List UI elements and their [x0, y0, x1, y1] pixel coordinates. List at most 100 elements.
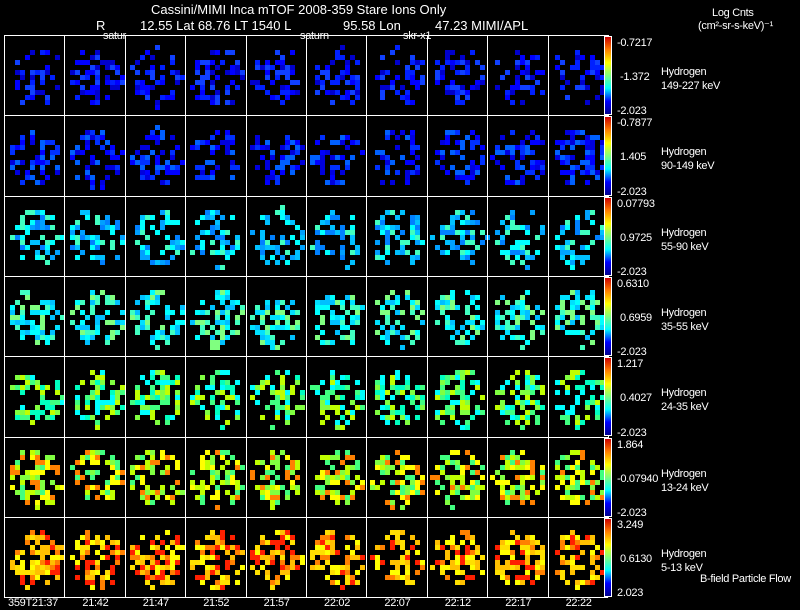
data-pixel — [40, 485, 45, 490]
data-pixel — [280, 210, 285, 215]
image-cell-1-7 — [435, 130, 485, 185]
data-pixel — [55, 55, 60, 60]
data-pixel — [525, 560, 530, 565]
data-pixel — [440, 390, 445, 395]
data-pixel — [375, 465, 380, 470]
data-pixel — [355, 405, 360, 410]
data-pixel — [505, 565, 510, 570]
data-pixel — [195, 385, 200, 390]
data-pixel — [525, 400, 530, 405]
data-pixel — [205, 230, 210, 235]
data-pixel — [95, 235, 100, 240]
data-pixel — [35, 340, 40, 345]
data-pixel — [330, 210, 335, 215]
data-pixel — [495, 320, 500, 325]
data-pixel — [180, 240, 185, 245]
data-pixel — [85, 495, 90, 500]
data-pixel — [395, 410, 400, 415]
data-pixel — [215, 585, 220, 590]
data-pixel — [450, 545, 455, 550]
data-pixel — [535, 420, 540, 425]
data-pixel — [190, 400, 195, 405]
data-pixel — [80, 415, 85, 420]
data-pixel — [270, 425, 275, 430]
data-pixel — [520, 85, 525, 90]
data-pixel — [520, 390, 525, 395]
data-pixel — [460, 400, 465, 405]
data-pixel — [325, 490, 330, 495]
data-pixel — [445, 250, 450, 255]
data-pixel — [340, 255, 345, 260]
data-pixel — [560, 575, 565, 580]
data-pixel — [340, 405, 345, 410]
data-pixel — [505, 325, 510, 330]
data-pixel — [285, 315, 290, 320]
data-pixel — [210, 535, 215, 540]
data-pixel — [195, 540, 200, 545]
data-pixel — [420, 490, 425, 495]
data-pixel — [35, 410, 40, 415]
data-pixel — [300, 235, 305, 240]
data-pixel — [395, 250, 400, 255]
data-pixel — [385, 390, 390, 395]
data-pixel — [595, 495, 600, 500]
data-pixel — [535, 560, 540, 565]
data-pixel — [465, 535, 470, 540]
data-pixel — [470, 415, 475, 420]
data-pixel — [590, 395, 595, 400]
data-pixel — [580, 565, 585, 570]
data-pixel — [530, 380, 535, 385]
data-pixel — [390, 540, 395, 545]
data-pixel — [275, 70, 280, 75]
data-pixel — [465, 560, 470, 565]
data-pixel — [105, 495, 110, 500]
image-cell-4-0 — [10, 375, 65, 425]
data-pixel — [400, 495, 405, 500]
data-pixel — [490, 475, 495, 480]
data-pixel — [500, 390, 505, 395]
data-pixel — [510, 145, 515, 150]
data-pixel — [165, 385, 170, 390]
data-pixel — [150, 75, 155, 80]
data-pixel — [140, 565, 145, 570]
data-pixel — [510, 315, 515, 320]
data-pixel — [210, 555, 215, 560]
data-pixel — [190, 145, 195, 150]
data-pixel — [410, 230, 415, 235]
data-pixel — [415, 65, 420, 70]
data-pixel — [575, 495, 580, 500]
data-pixel — [355, 315, 360, 320]
data-pixel — [330, 490, 335, 495]
data-pixel — [560, 570, 565, 575]
data-pixel — [475, 295, 480, 300]
data-pixel — [315, 390, 320, 395]
data-pixel — [230, 160, 235, 165]
data-pixel — [555, 485, 560, 490]
data-pixel — [570, 290, 575, 295]
data-pixel — [320, 420, 325, 425]
data-pixel — [460, 335, 465, 340]
time-label: 22:02 — [324, 597, 351, 609]
data-pixel — [530, 90, 535, 95]
data-pixel — [140, 475, 145, 480]
data-pixel — [30, 480, 35, 485]
data-pixel — [570, 265, 575, 270]
data-pixel — [570, 370, 575, 375]
data-pixel — [460, 340, 465, 345]
data-pixel — [395, 535, 400, 540]
data-pixel — [330, 215, 335, 220]
data-pixel — [155, 300, 160, 305]
data-pixel — [445, 460, 450, 465]
data-pixel — [480, 325, 485, 330]
data-pixel — [160, 180, 165, 185]
data-pixel — [285, 395, 290, 400]
data-pixel — [250, 395, 255, 400]
data-pixel — [160, 75, 165, 80]
data-pixel — [505, 455, 510, 460]
data-pixel — [335, 155, 340, 160]
data-pixel — [70, 230, 75, 235]
data-pixel — [470, 495, 475, 500]
data-pixel — [265, 570, 270, 575]
data-pixel — [525, 490, 530, 495]
data-pixel — [520, 140, 525, 145]
